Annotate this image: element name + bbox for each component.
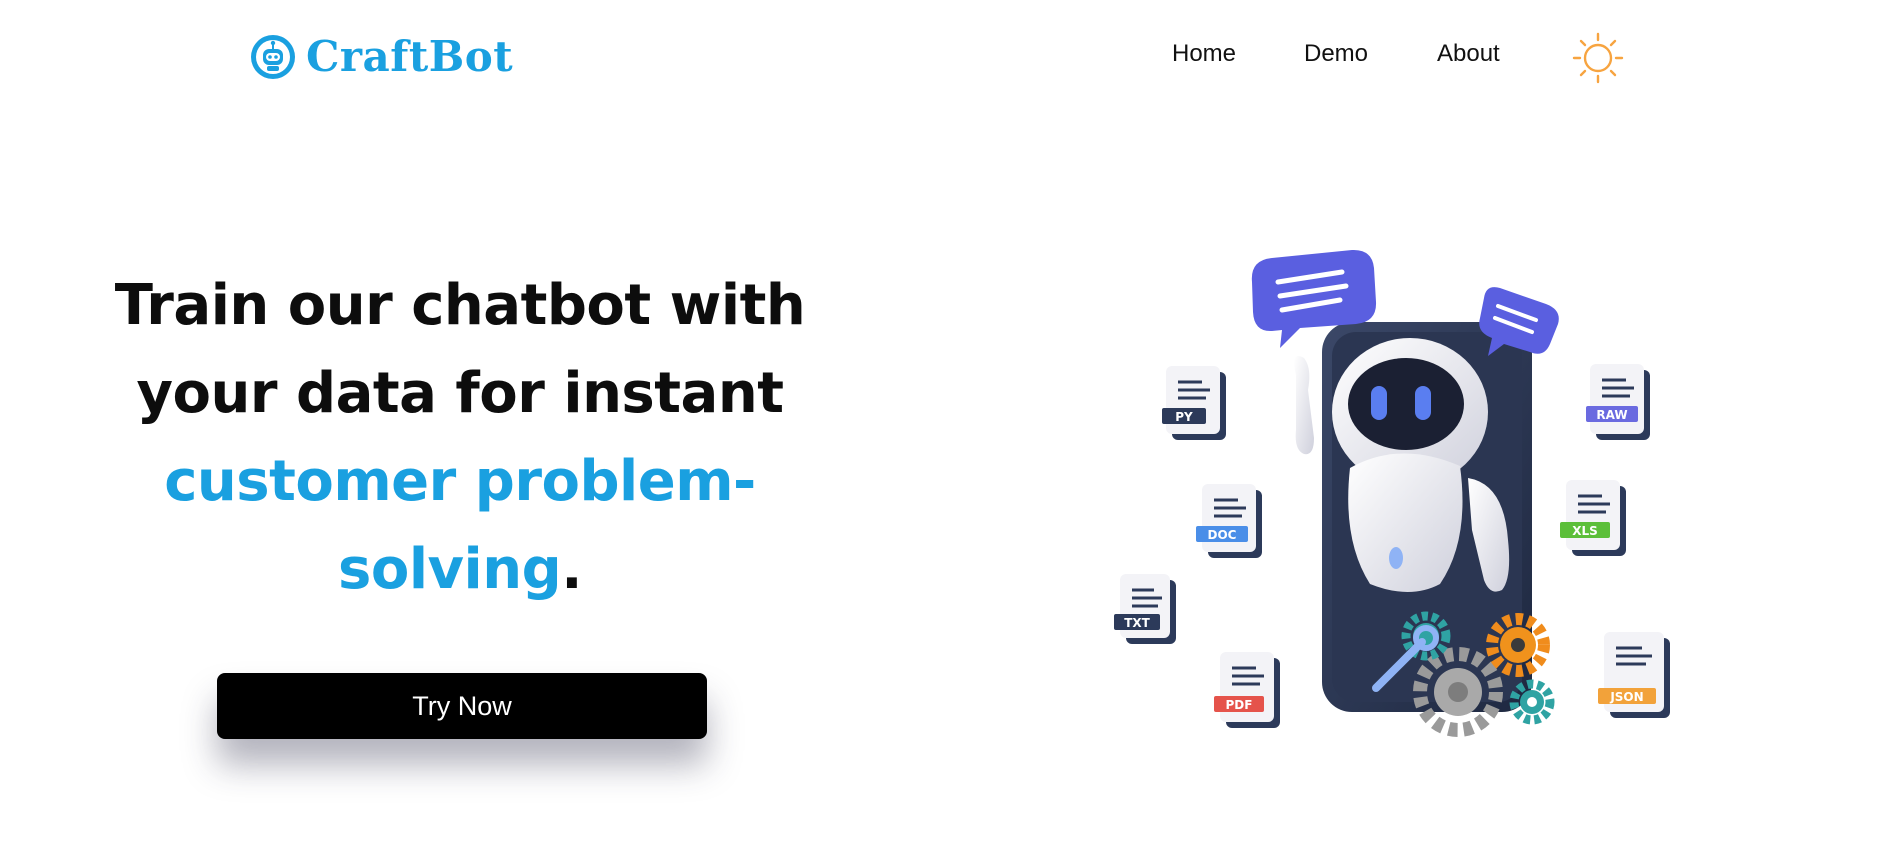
hero-title: Train our chatbot with your data for ins…	[80, 262, 840, 614]
hero-title-line1: Train our chatbot with	[114, 273, 806, 338]
file-py-icon: PY	[1162, 366, 1226, 440]
try-now-button[interactable]: Try Now	[217, 673, 707, 739]
sun-icon[interactable]	[1570, 30, 1626, 86]
chatbot-illustration: PY DOC TXT PDF RAW XLS JSON	[1114, 249, 1670, 737]
file-tag-label: JSON	[1609, 690, 1643, 704]
file-txt-icon: TXT	[1114, 574, 1176, 644]
file-tag-label: PDF	[1226, 698, 1253, 712]
nav-home-link[interactable]: Home	[1172, 40, 1236, 68]
file-tag-label: XLS	[1572, 524, 1598, 538]
file-pdf-icon: PDF	[1214, 652, 1280, 728]
nav-about-link[interactable]: About	[1437, 40, 1500, 68]
chat-bubble-icon	[1479, 287, 1559, 356]
file-json-icon: JSON	[1598, 632, 1670, 718]
file-xls-icon: XLS	[1560, 480, 1626, 556]
file-raw-icon: RAW	[1586, 364, 1650, 440]
file-tag-label: PY	[1175, 410, 1193, 424]
hero-title-accent1: customer problem-	[164, 449, 756, 514]
hero-title-line2: your data for instant	[136, 361, 784, 426]
file-doc-icon: DOC	[1196, 484, 1262, 558]
nav-demo-link[interactable]: Demo	[1304, 40, 1368, 68]
hero-title-accent2: solving	[338, 537, 562, 602]
file-tag-label: TXT	[1124, 616, 1150, 630]
file-tag-label: DOC	[1208, 528, 1237, 542]
file-tag-label: RAW	[1596, 408, 1627, 422]
hero-title-period: .	[561, 537, 582, 602]
